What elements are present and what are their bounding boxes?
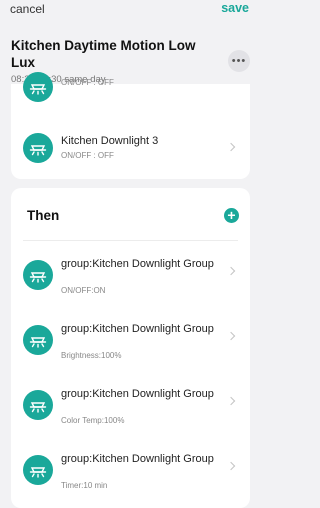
chevron-right-icon (226, 331, 236, 341)
downlight-icon (23, 455, 53, 485)
then-heading: Then (27, 208, 60, 223)
downlight-icon (23, 260, 53, 290)
downlight-icon (23, 72, 53, 102)
cancel-button[interactable]: cancel (10, 2, 45, 16)
save-button[interactable]: save (221, 1, 249, 15)
action-detail: Color Temp:100% (61, 416, 125, 425)
downlight-icon (23, 325, 53, 355)
action-title: group:Kitchen Downlight Group (61, 258, 214, 270)
action-detail: ON/OFF:ON (61, 286, 106, 295)
action-row[interactable]: group:Kitchen Downlight Group Brightness… (11, 320, 250, 360)
condition-row[interactable]: Kitchen Downlight 3 ON/OFF : OFF (11, 128, 250, 168)
action-detail: Timer:10 min (61, 481, 108, 490)
divider (23, 240, 238, 241)
plus-icon: + (227, 207, 236, 223)
action-title: group:Kitchen Downlight Group (61, 388, 214, 400)
conditions-card: ON/OFF : OFF Kitchen Downlight 3 ON/OFF … (11, 72, 250, 179)
condition-title: Kitchen Downlight 3 (61, 135, 159, 147)
add-action-button[interactable]: + (224, 208, 239, 223)
condition-row[interactable]: ON/OFF : OFF (11, 67, 250, 107)
action-row[interactable]: group:Kitchen Downlight Group ON/OFF:ON (11, 255, 250, 295)
action-row[interactable]: group:Kitchen Downlight Group Timer:10 m… (11, 450, 250, 490)
chevron-right-icon (226, 142, 236, 152)
action-row[interactable]: group:Kitchen Downlight Group Color Temp… (11, 385, 250, 425)
chevron-right-icon (226, 396, 236, 406)
chevron-right-icon (226, 266, 236, 276)
top-bar: cancel save (0, 0, 261, 18)
scene-title: Kitchen Daytime Motion Low Lux (11, 38, 196, 70)
action-title: group:Kitchen Downlight Group (61, 323, 214, 335)
condition-status: ON/OFF : OFF (61, 78, 114, 87)
action-detail: Brightness:100% (61, 351, 122, 360)
condition-status: ON/OFF : OFF (61, 151, 114, 160)
downlight-icon (23, 390, 53, 420)
actions-card: Then + group:Kitchen Downlight Group ON/… (11, 188, 250, 508)
downlight-icon (23, 133, 53, 163)
action-title: group:Kitchen Downlight Group (61, 453, 214, 465)
chevron-right-icon (226, 461, 236, 471)
